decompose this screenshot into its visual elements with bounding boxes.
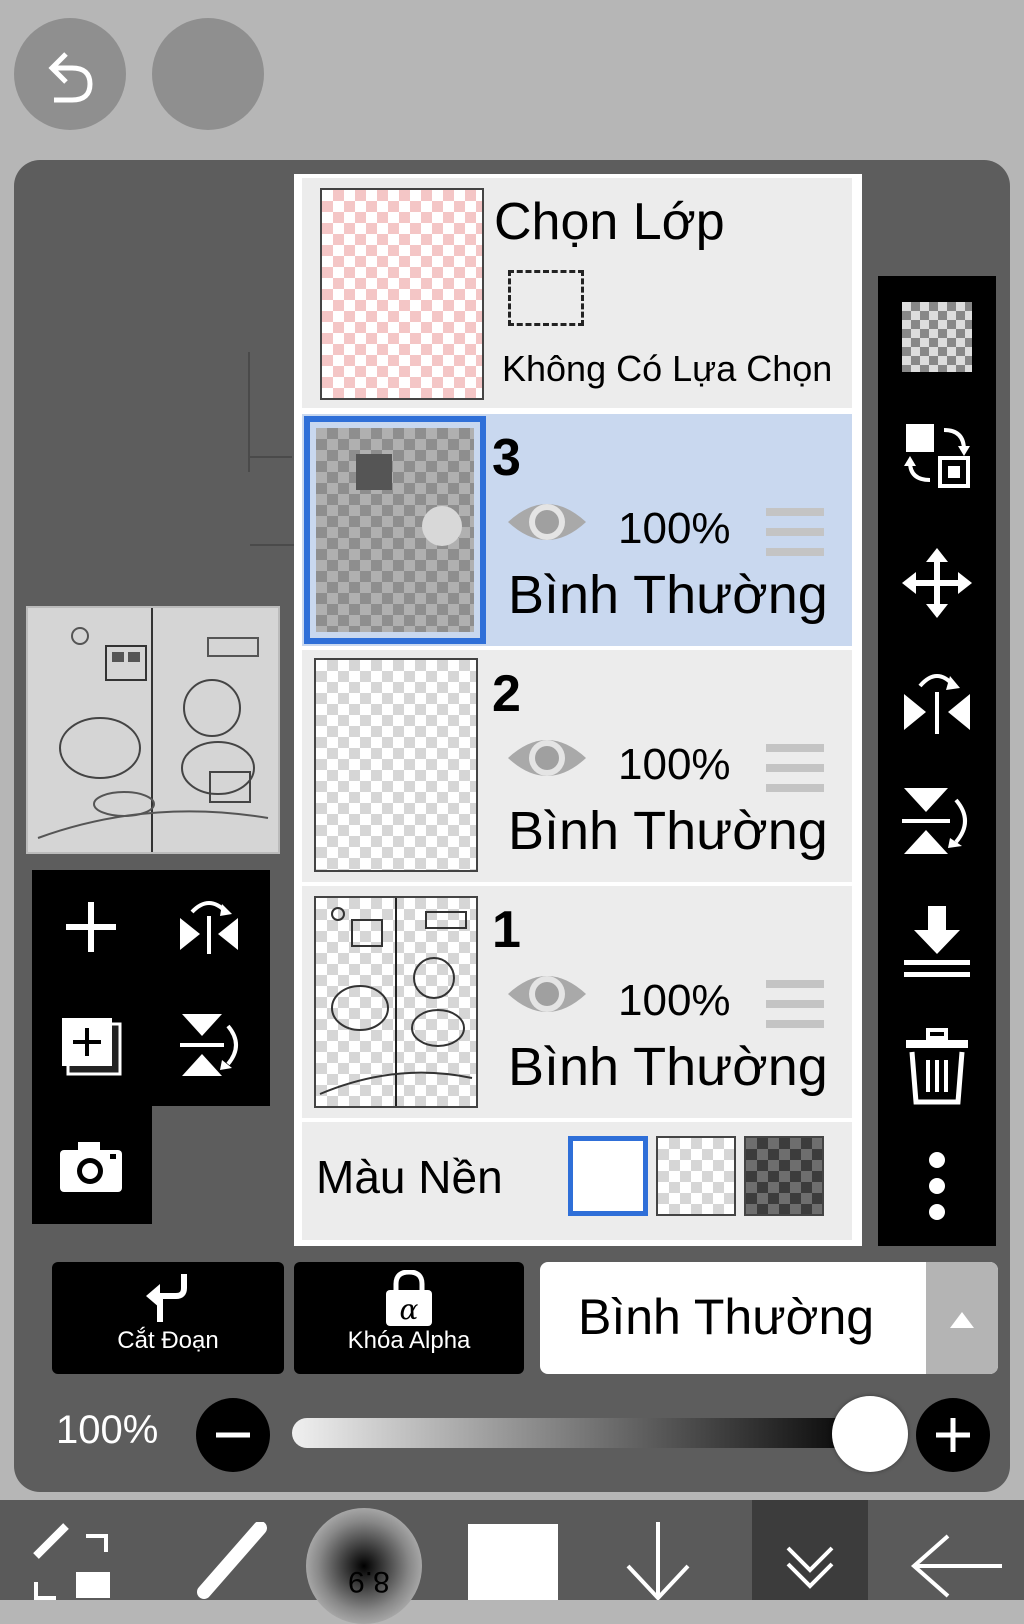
flip-horizontal-icon [180,901,238,954]
minus-icon [216,1432,250,1438]
layer-item-2[interactable]: 2 100% Bình Thường [302,650,852,882]
opacity-slider-track[interactable] [292,1418,872,1448]
eye-icon[interactable] [506,728,588,788]
layer-item-3[interactable]: 3 100% Bình Thường [302,414,852,646]
blend-mode-dropdown-button[interactable] [926,1262,998,1374]
blend-mode-value: Bình Thường [578,1289,875,1345]
layer-blend-mode: Bình Thường [508,801,828,861]
selection-status: Không Có Lựa Chọn [502,348,833,389]
background-transparent-swatch[interactable] [656,1136,736,1216]
plus-icon [936,1418,970,1452]
brush-tool-icon[interactable] [186,1522,268,1600]
selection-layer[interactable]: Chọn Lớp Không Có Lựa Chọn [302,178,852,408]
undo-button[interactable] [14,18,126,130]
alpha-lock-button[interactable]: α Khóa Alpha [294,1262,524,1374]
more-icon[interactable] [924,1150,950,1222]
clip-button[interactable]: Cắt Đoạn [52,1262,284,1374]
flip-vertical-icon[interactable] [900,784,976,858]
canvas-sketch-line [250,544,294,546]
eye-icon[interactable] [506,964,588,1024]
drag-handle-icon[interactable] [766,744,824,804]
lock-alpha-icon: α [386,1269,432,1326]
layer-number: 1 [492,901,521,959]
layer-item-1[interactable]: 1 100% Bình Thường [302,886,852,1118]
color-swatch-button[interactable] [468,1524,558,1600]
svg-text:α: α [400,1293,419,1326]
eye-icon[interactable] [506,492,588,552]
layer-opacity: 100% [618,740,731,789]
move-icon[interactable] [902,548,972,618]
canvas-sketch-line [248,456,292,458]
selection-layer-title: Chọn Lớp [494,193,725,251]
clip-icon [146,1274,187,1322]
camera-icon [60,1142,122,1192]
clip-label: Cắt Đoạn [117,1327,219,1354]
arrow-down-icon[interactable] [622,1522,694,1600]
selection-thumbnail [320,188,484,400]
layer-thumbnail [314,896,478,1108]
opacity-increase-button[interactable] [916,1398,990,1472]
layer-blend-mode: Bình Thường [508,1037,828,1097]
layer-number: 3 [492,429,521,487]
flip-horizontal-icon[interactable] [900,664,974,738]
selection-marquee-icon [508,270,584,326]
layer-thumbnail [314,658,478,872]
layer-opacity: 100% [618,504,731,553]
alpha-lock-label: Khóa Alpha [347,1327,471,1354]
drag-handle-icon[interactable] [766,508,824,568]
add-layer-copy-button[interactable] [58,1014,124,1078]
camera-button[interactable] [58,1140,124,1194]
opacity-decrease-button[interactable] [196,1398,270,1472]
background-color-row: Màu Nền [302,1122,852,1240]
transform-tool-icon[interactable] [26,1522,116,1600]
chevron-double-down-icon [786,1546,834,1589]
canvas-sketch-line [248,352,250,472]
canvas-preview[interactable] [26,606,280,854]
layers-list: Chọn Lớp Không Có Lựa Chọn 3 100% Bình T… [294,174,862,1246]
layer-blend-mode: Bình Thường [508,565,828,625]
flip-horizontal-button[interactable] [176,894,242,960]
collapse-panel-button[interactable] [752,1500,868,1600]
swap-icon[interactable] [900,418,974,492]
trash-icon[interactable] [904,1028,970,1106]
layer-thumbnail [304,416,486,644]
checker-icon[interactable] [902,302,972,372]
sketch-illustration [37,608,269,852]
back-arrow-icon[interactable] [908,1532,1004,1600]
flip-vertical-button[interactable] [176,1010,244,1080]
plus-icon [66,902,116,952]
blend-mode-select[interactable]: Bình Thường [540,1262,998,1374]
undo-icon [48,52,93,103]
opacity-label: 100% [56,1408,159,1452]
add-layer-icon [62,1018,122,1076]
background-color-label: Màu Nền [316,1151,503,1203]
brush-size-button[interactable]: 8.9 [306,1508,422,1624]
brush-size-value: 8.9 [348,1565,390,1598]
background-white-swatch[interactable] [568,1136,648,1216]
layer-number: 2 [492,665,521,723]
flip-vertical-icon [180,1014,238,1076]
opacity-slider-thumb[interactable] [832,1396,908,1472]
layer-opacity: 100% [618,976,731,1025]
background-dark-swatch[interactable] [744,1136,824,1216]
redo-button[interactable] [152,18,264,130]
chevron-up-icon [950,1312,974,1328]
add-layer-button[interactable] [62,898,120,956]
merge-down-icon[interactable] [902,904,972,980]
drag-handle-icon[interactable] [766,980,824,1040]
